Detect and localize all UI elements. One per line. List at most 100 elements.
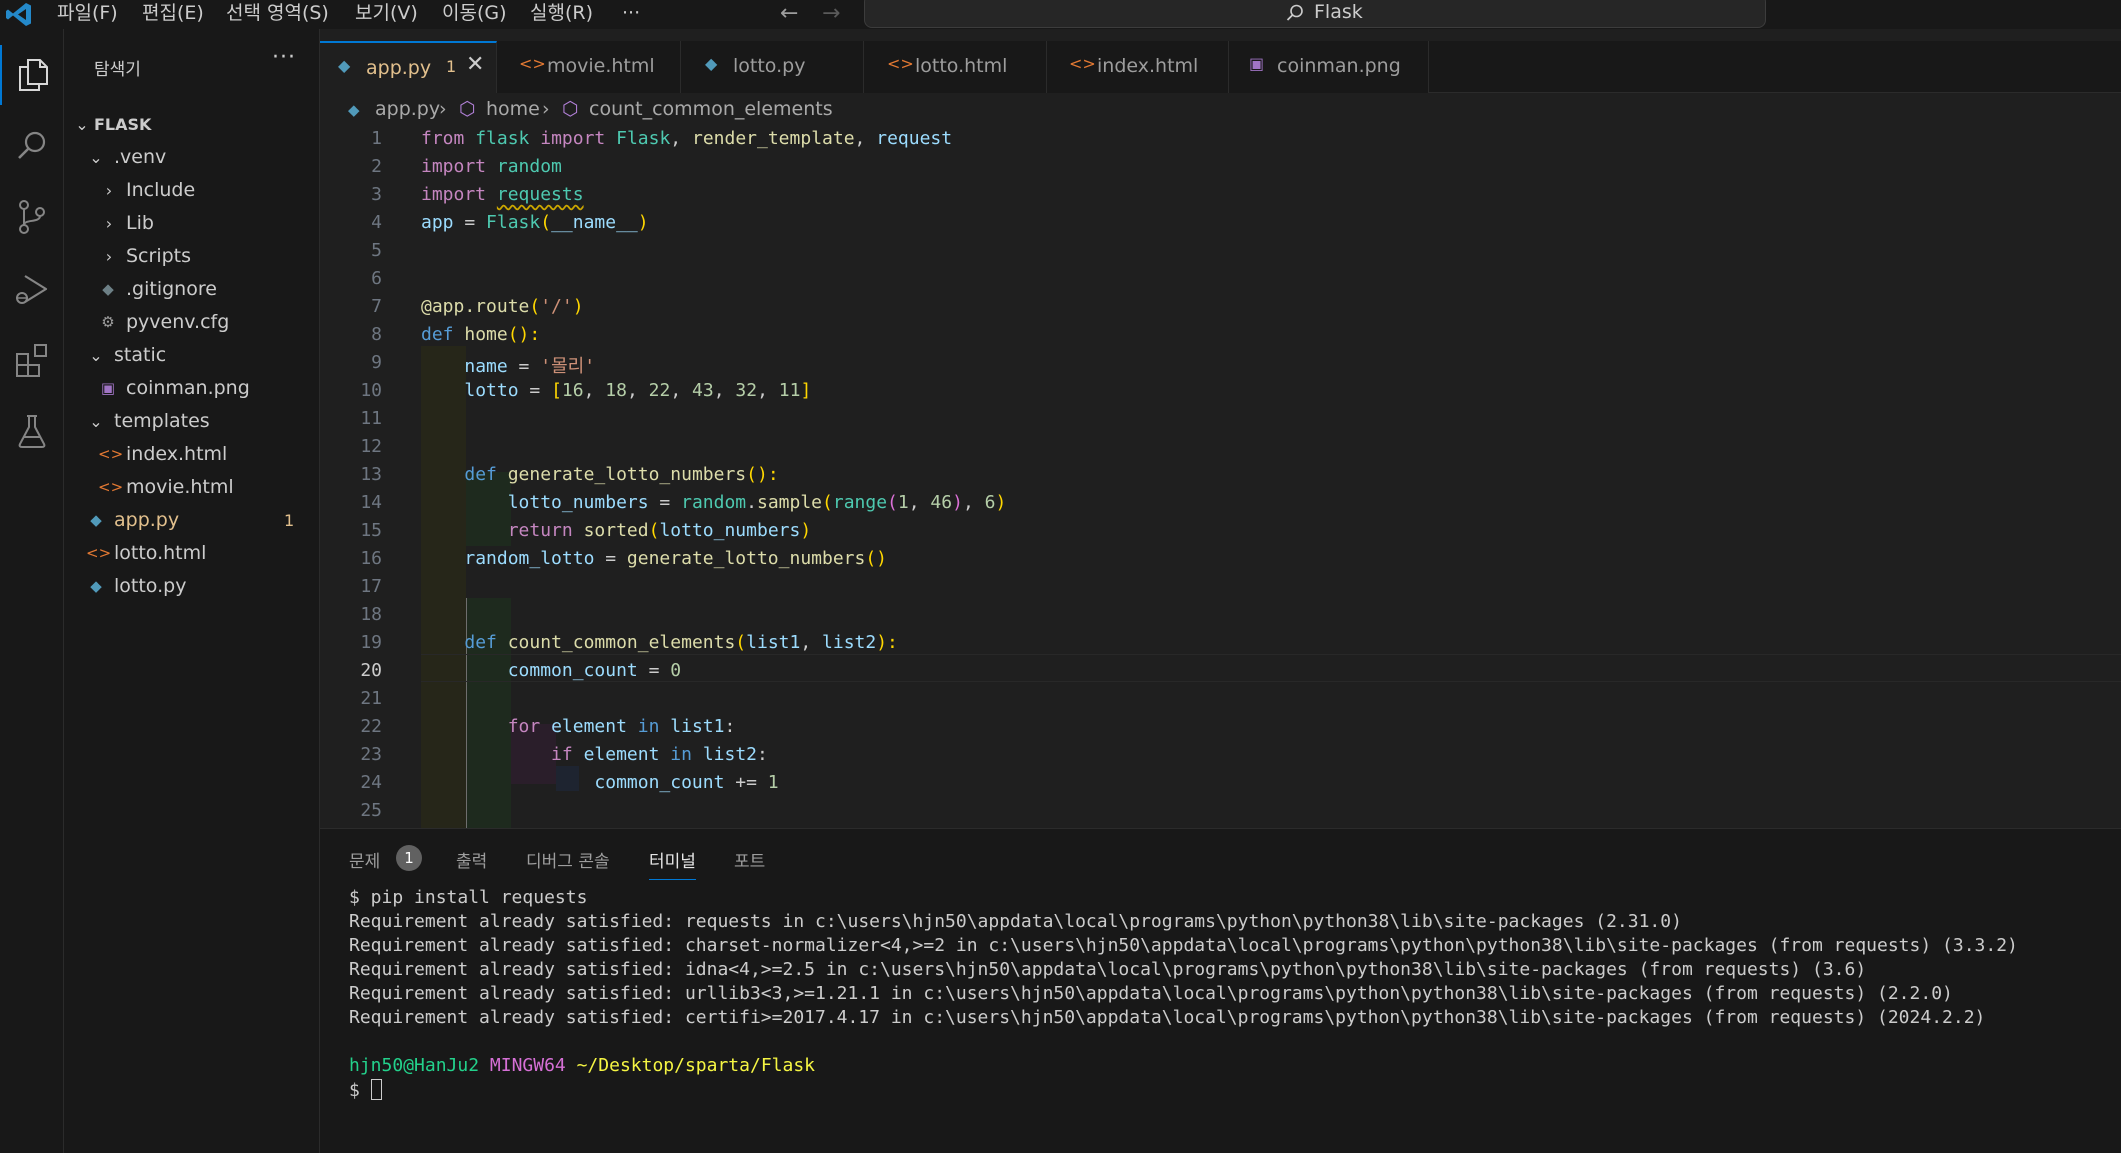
menu-file[interactable]: 파일(F) bbox=[57, 0, 118, 29]
terminal-prompt[interactable]: $ bbox=[349, 1079, 382, 1101]
gear-file-icon: ⚙ bbox=[101, 313, 115, 331]
tree-file-lotto-py[interactable]: ◆ lotto.py bbox=[64, 570, 319, 603]
tab-lotto-py[interactable]: ◆ lotto.py bbox=[681, 41, 864, 93]
menu-view[interactable]: 보기(V) bbox=[355, 0, 418, 29]
problem-count-badge: 1 bbox=[284, 511, 295, 530]
html-file-icon: <> bbox=[86, 544, 112, 562]
menu-selection[interactable]: 선택 영역(S) bbox=[226, 0, 329, 29]
code-line-2: import random bbox=[421, 156, 562, 177]
tree-folder-venv[interactable]: ⌄ .venv bbox=[64, 141, 319, 174]
line-number: 24 bbox=[360, 772, 382, 793]
panel-tab-ports[interactable]: 포트 bbox=[734, 847, 765, 872]
nav-forward-icon[interactable]: → bbox=[822, 0, 840, 27]
source-control-icon[interactable] bbox=[0, 187, 64, 247]
problems-count-badge: 1 bbox=[396, 845, 422, 871]
tab-index-html[interactable]: <> index.html bbox=[1047, 41, 1229, 93]
tree-file-lotto-html[interactable]: <> lotto.html bbox=[64, 537, 319, 570]
tab-coinman-png[interactable]: ▣ coinman.png bbox=[1229, 41, 1429, 93]
terminal-output-line: Requirement already satisfied: charset-n… bbox=[349, 935, 2018, 956]
breadcrumb-count-common-elements[interactable]: count_common_elements bbox=[589, 98, 833, 120]
tab-app-py[interactable]: ◆ app.py 1 ✕ bbox=[320, 41, 497, 93]
line-number: 5 bbox=[371, 240, 382, 261]
tree-folder-lib[interactable]: › Lib bbox=[64, 207, 319, 240]
line-number: 4 bbox=[371, 212, 382, 233]
python-file-icon: ◆ bbox=[90, 511, 102, 529]
code-line-22: for element in list1: bbox=[507, 716, 736, 737]
tree-folder-scripts[interactable]: › Scripts bbox=[64, 240, 319, 273]
testing-icon[interactable] bbox=[0, 401, 64, 461]
tree-file-index-html[interactable]: <> index.html bbox=[64, 438, 319, 471]
run-debug-icon[interactable] bbox=[0, 259, 64, 319]
code-line-24: common_count += 1 bbox=[594, 772, 779, 793]
chevron-down-icon: ⌄ bbox=[89, 412, 103, 431]
python-file-icon: ◆ bbox=[338, 56, 351, 75]
tree-file-gitignore[interactable]: ◆ .gitignore bbox=[64, 273, 319, 306]
line-number: 19 bbox=[360, 632, 382, 653]
html-file-icon: <> bbox=[519, 54, 546, 73]
vscode-logo-icon bbox=[6, 3, 31, 26]
python-file-icon: ◆ bbox=[348, 101, 360, 119]
line-number: 6 bbox=[371, 268, 382, 289]
bottom-panel: 문제 1 출력 디버그 콘솔 터미널 포트 $ pip install requ… bbox=[320, 828, 2121, 1153]
search-icon bbox=[1286, 4, 1303, 21]
terminal-output-line: Requirement already satisfied: requests … bbox=[349, 911, 1682, 932]
breadcrumb: ◆ app.py › ⬡ home › ⬡ count_common_eleme… bbox=[320, 93, 2121, 126]
chevron-right-icon: › bbox=[105, 214, 113, 233]
code-editor[interactable]: 1 2 3 4 5 6 7 8 9 10 11 12 13 14 15 16 1… bbox=[320, 126, 2121, 828]
command-center[interactable]: Flask bbox=[864, 0, 1766, 28]
panel-tab-terminal[interactable]: 터미널 bbox=[649, 847, 696, 880]
python-file-icon: ◆ bbox=[90, 577, 102, 595]
files-icon[interactable] bbox=[0, 45, 64, 105]
code-line-8: def home(): bbox=[421, 324, 541, 345]
breadcrumb-home[interactable]: home bbox=[486, 98, 540, 120]
tree-file-app-py[interactable]: ◆ app.py 1 bbox=[64, 504, 319, 537]
chevron-down-icon: ⌄ bbox=[89, 346, 103, 365]
panel-tab-output[interactable]: 출력 bbox=[456, 847, 487, 872]
tab-lotto-html[interactable]: <> lotto.html bbox=[864, 41, 1047, 93]
chevron-down-icon: ⌄ bbox=[75, 115, 89, 134]
terminal-output-line: Requirement already satisfied: certifi>=… bbox=[349, 1007, 1986, 1028]
code-line-14: lotto_numbers = random.sample(range(1, 4… bbox=[507, 492, 1007, 513]
chevron-right-icon: › bbox=[105, 181, 113, 200]
terminal-output-line: Requirement already satisfied: urllib3<3… bbox=[349, 983, 1953, 1004]
line-number: 14 bbox=[360, 492, 382, 513]
chevron-down-icon: ⌄ bbox=[89, 148, 103, 167]
terminal-path: ~/Desktop/sparta/Flask bbox=[576, 1055, 816, 1076]
terminal-cursor bbox=[370, 1079, 382, 1100]
code-line-20: common_count = 0 bbox=[507, 660, 682, 681]
git-file-icon: ◆ bbox=[102, 280, 114, 298]
image-file-icon: ▣ bbox=[100, 379, 116, 397]
activity-bar bbox=[0, 29, 64, 1153]
panel-tab-debug-console[interactable]: 디버그 콘솔 bbox=[526, 847, 610, 872]
code-line-4: app = Flask(__name__) bbox=[421, 212, 649, 233]
image-file-icon: ▣ bbox=[1249, 54, 1265, 73]
menu-go[interactable]: 이동(G) bbox=[442, 0, 507, 29]
menu-edit[interactable]: 편집(E) bbox=[142, 0, 204, 29]
tree-folder-static[interactable]: ⌄ static bbox=[64, 339, 319, 372]
line-number: 3 bbox=[371, 184, 382, 205]
line-number: 16 bbox=[360, 548, 382, 569]
breadcrumb-file[interactable]: app.py bbox=[375, 98, 440, 120]
panel-tab-problems[interactable]: 문제 bbox=[349, 847, 380, 872]
code-line-13: def generate_lotto_numbers(): bbox=[464, 464, 779, 485]
menu-more[interactable]: ··· bbox=[622, 0, 640, 29]
tree-root-flask[interactable]: ⌄ FLASK bbox=[64, 108, 319, 141]
html-file-icon: <> bbox=[887, 54, 914, 73]
editor-tab-bar: ◆ app.py 1 ✕ <> movie.html ◆ lotto.py <>… bbox=[320, 41, 2121, 93]
menu-run[interactable]: 실행(R) bbox=[530, 0, 593, 29]
tree-file-pyvenv[interactable]: ⚙ pyvenv.cfg bbox=[64, 306, 319, 339]
tree-file-coinman[interactable]: ▣ coinman.png bbox=[64, 372, 319, 405]
explorer-sidebar: 탐색기 ··· ⌄ FLASK ⌄ .venv › Include › Lib … bbox=[64, 29, 320, 1153]
search-icon[interactable] bbox=[0, 116, 64, 176]
tree-file-movie-html[interactable]: <> movie.html bbox=[64, 471, 319, 504]
code-line-10: lotto = [16, 18, 22, 43, 32, 11] bbox=[464, 380, 812, 401]
nav-back-icon[interactable]: ← bbox=[780, 0, 798, 27]
extensions-icon[interactable] bbox=[0, 330, 64, 390]
close-icon[interactable]: ✕ bbox=[466, 52, 484, 77]
tree-folder-include[interactable]: › Include bbox=[64, 174, 319, 207]
line-number: 22 bbox=[360, 716, 382, 737]
code-line-7: @app.route('/') bbox=[421, 296, 584, 317]
tree-folder-templates[interactable]: ⌄ templates bbox=[64, 405, 319, 438]
more-actions-icon[interactable]: ··· bbox=[272, 45, 296, 70]
tab-movie-html[interactable]: <> movie.html bbox=[497, 41, 681, 93]
